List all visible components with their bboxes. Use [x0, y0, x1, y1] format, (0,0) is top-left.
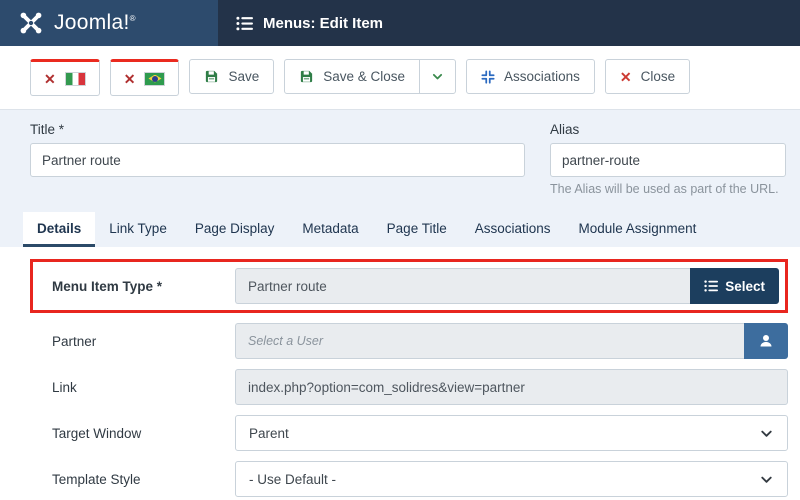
list-icon: [236, 15, 253, 32]
tab-page-display[interactable]: Page Display: [181, 212, 289, 247]
select-user-button[interactable]: [744, 323, 788, 359]
tab-details[interactable]: Details: [23, 212, 96, 247]
partner-label: Partner: [52, 333, 97, 349]
association-brazilian-button[interactable]: ✕: [109, 59, 180, 96]
save-icon: [299, 69, 314, 84]
tab-module-assignment[interactable]: Module Assignment: [565, 212, 711, 247]
joomla-brand[interactable]: Joomla!®: [0, 0, 218, 46]
save-button[interactable]: Save: [189, 59, 275, 94]
save-close-button[interactable]: Save & Close: [284, 59, 421, 94]
remove-icon: ✕: [123, 70, 136, 87]
target-window-label: Target Window: [52, 425, 142, 441]
close-icon: ✕: [619, 68, 632, 85]
target-window-row: Target Window Parent: [30, 415, 788, 451]
template-style-label: Template Style: [52, 471, 141, 487]
details-panel: Menu Item Type * Partner route Select Pa…: [0, 247, 800, 500]
list-icon: [704, 279, 719, 293]
title-alias-section: Title * Alias The Alias will be used as …: [0, 110, 800, 196]
title-label: Title *: [30, 122, 65, 137]
toolbar: ✕ ✕ Save Save & Close Associations ✕ Clo…: [0, 46, 800, 110]
alias-label: Alias: [550, 122, 580, 137]
target-window-value: Parent: [249, 425, 289, 441]
remove-icon: ✕: [44, 70, 56, 87]
link-label: Link: [52, 379, 77, 395]
close-label: Close: [640, 69, 676, 84]
menu-item-type-highlight-box: Menu Item Type * Partner route Select: [30, 259, 788, 313]
alias-help-text: The Alias will be used as part of the UR…: [550, 182, 779, 196]
menu-item-type-select-button[interactable]: Select: [690, 268, 779, 304]
close-button[interactable]: ✕ Close: [604, 59, 691, 94]
partner-placeholder: Select a User: [248, 334, 324, 348]
select-button-label: Select: [725, 278, 765, 294]
menu-item-type-value: Partner route: [235, 268, 691, 304]
chevron-down-icon: [759, 472, 774, 487]
tab-link-type[interactable]: Link Type: [95, 212, 181, 247]
brazil-flag-icon: [144, 71, 166, 86]
associations-button[interactable]: Associations: [466, 59, 595, 94]
tab-metadata[interactable]: Metadata: [288, 212, 372, 247]
tab-associations[interactable]: Associations: [461, 212, 565, 247]
menu-item-type-label: Menu Item Type *: [52, 278, 163, 294]
link-value-field: index.php?option=com_solidres&view=partn…: [235, 369, 788, 405]
page-heading: Menus: Edit Item: [218, 0, 383, 46]
save-options-caret-button[interactable]: [419, 59, 457, 94]
template-style-select[interactable]: - Use Default -: [235, 461, 788, 497]
save-close-label: Save & Close: [323, 69, 406, 84]
save-close-group: Save & Close: [284, 59, 457, 94]
user-icon: [757, 332, 775, 350]
italy-flag-icon: [64, 71, 86, 86]
alias-input[interactable]: [550, 143, 786, 177]
title-input[interactable]: [30, 143, 525, 177]
link-row: Link index.php?option=com_solidres&view=…: [30, 369, 788, 405]
save-icon: [204, 69, 219, 84]
partner-value-field: Select a User: [235, 323, 744, 359]
target-window-select[interactable]: Parent: [235, 415, 788, 451]
tab-page-title[interactable]: Page Title: [373, 212, 461, 247]
association-italian-button[interactable]: ✕: [30, 59, 100, 96]
associations-compress-icon: [481, 69, 495, 84]
joomla-logo-icon: [18, 10, 44, 36]
template-style-value: - Use Default -: [249, 471, 337, 487]
brand-text: Joomla!®: [54, 11, 136, 34]
template-style-row: Template Style - Use Default -: [30, 461, 788, 497]
page-title: Menus: Edit Item: [263, 14, 384, 32]
partner-row: Partner Select a User: [30, 323, 788, 359]
chevron-down-icon: [431, 70, 444, 83]
edit-item-tabs: Details Link Type Page Display Metadata …: [0, 212, 800, 247]
associations-label: Associations: [504, 69, 580, 84]
top-bar: Joomla!® Menus: Edit Item: [0, 0, 800, 46]
save-label: Save: [228, 69, 260, 84]
chevron-down-icon: [759, 426, 774, 441]
